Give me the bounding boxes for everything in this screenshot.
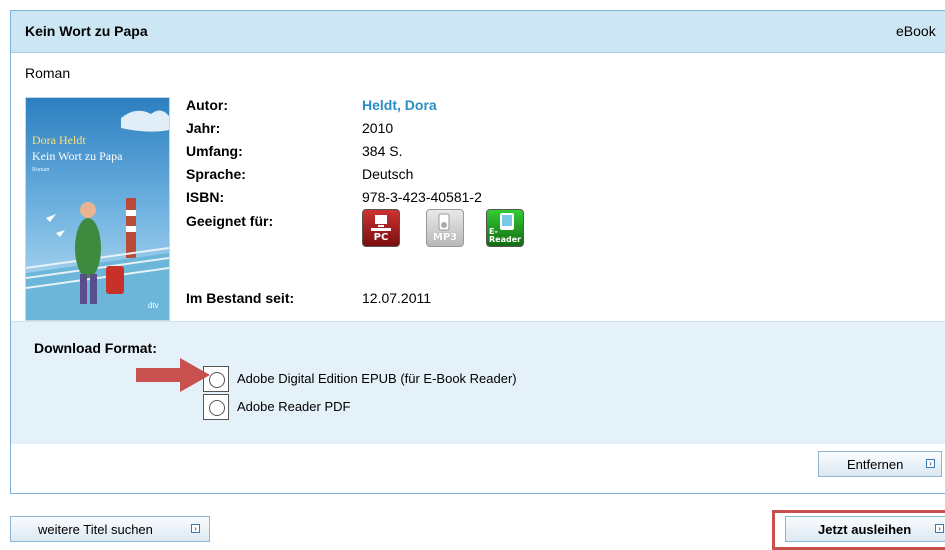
language-value: Deutsch [362, 166, 414, 182]
in-stock-since-label: Im Bestand seit: [186, 290, 295, 306]
author-label: Autor: [186, 97, 228, 113]
panel-header: Kein Wort zu Papa eBook [11, 11, 945, 53]
in-stock-since-value: 12.07.2011 [362, 290, 432, 306]
year-value: 2010 [362, 120, 394, 136]
remove-button[interactable]: Entfernen › [818, 451, 942, 477]
cover-genre: Roman [32, 167, 49, 173]
pointer-arrow-annotation [136, 358, 210, 395]
language-label: Sprache: [186, 166, 246, 182]
title-detail-panel: Kein Wort zu Papa eBook Roman Dora Heldt… [10, 10, 945, 494]
pdf-option-label: Adobe Reader PDF [237, 399, 351, 414]
arrow-right-icon: › [191, 524, 200, 533]
ereader-icon: E-Reader [486, 209, 524, 247]
extent-label: Umfang: [186, 143, 243, 159]
cover-title: Kein Wort zu Papa [32, 149, 123, 163]
year-label: Jahr: [186, 120, 221, 136]
epub-option-label: Adobe Digital Edition EPUB (für E-Book R… [237, 371, 517, 386]
search-more-titles-button[interactable]: weitere Titel suchen › [10, 516, 210, 542]
arrow-right-icon: › [926, 459, 935, 468]
media-type-label: eBook [896, 23, 936, 39]
book-cover-image: Dora Heldt Kein Wort zu Papa Roman dtv [25, 97, 170, 321]
isbn-value: 978-3-423-40581-2 [362, 189, 482, 205]
isbn-label: ISBN: [186, 189, 225, 205]
arrow-right-icon: › [935, 524, 944, 533]
download-format-label: Download Format: [34, 340, 157, 356]
pc-icon: PC [362, 209, 400, 247]
book-title: Kein Wort zu Papa [25, 23, 148, 39]
book-subtitle: Roman [25, 65, 71, 81]
borrow-now-button[interactable]: Jetzt ausleihen › [785, 516, 945, 542]
cover-author: Dora Heldt [32, 133, 86, 147]
author-link[interactable]: Heldt, Dora [362, 97, 437, 113]
mp3-icon: MP3 [426, 209, 464, 247]
extent-value: 384 S. [362, 143, 403, 159]
pdf-radio[interactable] [203, 394, 229, 420]
cover-publisher: dtv [148, 301, 159, 310]
suitable-for-label: Geeignet für: [186, 213, 274, 229]
